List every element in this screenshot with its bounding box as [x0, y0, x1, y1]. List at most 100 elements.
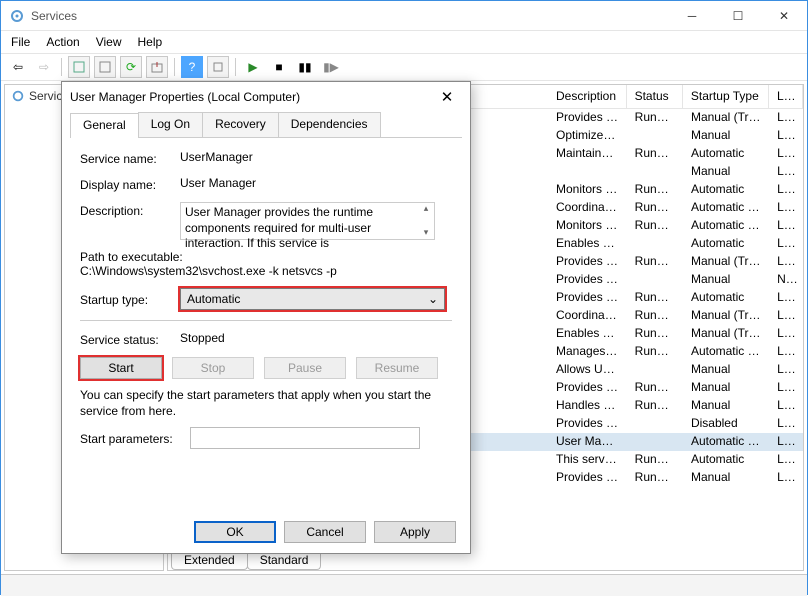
label-display-name: Display name: [80, 176, 180, 192]
cell-desc: Provides su... [548, 415, 627, 433]
cell-desc: Provides m... [548, 469, 627, 487]
forward-icon[interactable]: ⇨ [33, 56, 55, 78]
col-status[interactable]: Status [627, 85, 683, 108]
cell-desc: Monitors sy... [548, 181, 627, 199]
dialog-close-icon[interactable]: ✕ [432, 88, 462, 106]
help-icon[interactable]: ? [181, 56, 203, 78]
start-parameters-input[interactable] [190, 427, 420, 449]
cell-log: Loc [769, 253, 803, 271]
col-startup-type[interactable]: Startup Type [683, 85, 769, 108]
cell-status: Running [627, 325, 683, 343]
cell-status: Running [627, 253, 683, 271]
cell-status [627, 127, 683, 145]
cell-stype: Automatic [683, 145, 769, 163]
titlebar: Services ─ ☐ ✕ [1, 1, 807, 31]
services-icon [9, 8, 25, 24]
pause-button: Pause [264, 357, 346, 379]
cell-stype: Manual [683, 469, 769, 487]
cell-stype: Manual [683, 127, 769, 145]
cell-log: Loc [769, 343, 803, 361]
cell-desc: Allows UPn... [548, 361, 627, 379]
cell-status [627, 271, 683, 289]
cell-log: Loc [769, 145, 803, 163]
cell-desc: Enables a us... [548, 235, 627, 253]
cell-log: Loc [769, 361, 803, 379]
scroll-up-icon[interactable]: ▴ [418, 203, 434, 215]
cell-stype: Disabled [683, 415, 769, 433]
cell-stype: Manual (Trig... [683, 307, 769, 325]
toolbar-btn-1[interactable] [68, 56, 90, 78]
label-service-status: Service status: [80, 331, 180, 347]
tab-general[interactable]: General [70, 113, 139, 138]
back-icon[interactable]: ⇦ [7, 56, 29, 78]
cell-stype: Manual [683, 271, 769, 289]
cell-status: Running [627, 307, 683, 325]
export-icon[interactable] [146, 56, 168, 78]
menu-help[interactable]: Help [138, 35, 163, 49]
window-title: Services [31, 9, 669, 23]
cell-stype: Automatic [683, 451, 769, 469]
cell-desc: Enables Tou... [548, 325, 627, 343]
value-description: User Manager provides the runtime compon… [185, 205, 373, 250]
pause-icon[interactable]: ▮▮ [294, 56, 316, 78]
cell-stype: Manual (Trig... [683, 109, 769, 127]
minimize-button[interactable]: ─ [669, 1, 715, 30]
cell-log: Loc [769, 415, 803, 433]
dialog-title: User Manager Properties (Local Computer) [70, 90, 432, 104]
col-logon[interactable]: Log [769, 85, 803, 108]
tab-logon[interactable]: Log On [138, 112, 203, 137]
cell-stype: Automatic (D... [683, 343, 769, 361]
start-button[interactable]: Start [80, 357, 162, 379]
toolbar-btn-2[interactable] [94, 56, 116, 78]
start-params-note: You can specify the start parameters tha… [80, 387, 452, 419]
restart-icon[interactable]: ▮▶ [320, 56, 342, 78]
cell-log: Loc [769, 433, 803, 451]
menu-view[interactable]: View [96, 35, 122, 49]
cell-status [627, 235, 683, 253]
value-service-status: Stopped [180, 331, 452, 345]
menu-file[interactable]: File [11, 35, 30, 49]
value-display-name: User Manager [180, 176, 452, 190]
startup-type-select[interactable]: Automatic ⌄ [180, 288, 445, 310]
cell-stype: Automatic (T... [683, 433, 769, 451]
cell-log: Loc [769, 109, 803, 127]
cell-desc: Handles sto... [548, 397, 627, 415]
tab-recovery[interactable]: Recovery [202, 112, 279, 137]
startup-type-value: Automatic [187, 292, 240, 306]
refresh-icon[interactable]: ⟳ [120, 56, 142, 78]
maximize-button[interactable]: ☐ [715, 1, 761, 30]
cell-status [627, 433, 683, 451]
cell-stype: Automatic [683, 289, 769, 307]
cell-status: Running [627, 469, 683, 487]
tab-dependencies[interactable]: Dependencies [278, 112, 381, 137]
apply-button[interactable]: Apply [374, 521, 456, 543]
close-button[interactable]: ✕ [761, 1, 807, 30]
cell-log: Loc [769, 307, 803, 325]
cell-stype: Automatic [683, 235, 769, 253]
label-service-name: Service name: [80, 150, 180, 166]
cell-status: Running [627, 217, 683, 235]
cell-desc [548, 163, 627, 181]
cell-desc: Provides ap... [548, 379, 627, 397]
cell-desc: Coordinates... [548, 307, 627, 325]
cell-log: Loc [769, 379, 803, 397]
stop-icon[interactable]: ■ [268, 56, 290, 78]
toolbar-btn-3[interactable] [207, 56, 229, 78]
cell-desc: Provides su... [548, 253, 627, 271]
description-box[interactable]: User Manager provides the runtime compon… [180, 202, 435, 240]
cell-log: Loc [769, 163, 803, 181]
play-icon[interactable]: ▶ [242, 56, 264, 78]
cell-log: Loc [769, 397, 803, 415]
cell-log: Loc [769, 469, 803, 487]
cancel-button[interactable]: Cancel [284, 521, 366, 543]
resume-button: Resume [356, 357, 438, 379]
col-description[interactable]: Description [548, 85, 627, 108]
scroll-down-icon[interactable]: ▾ [418, 227, 434, 239]
chevron-down-icon: ⌄ [428, 292, 438, 306]
ok-button[interactable]: OK [194, 521, 276, 543]
cell-status: Running [627, 397, 683, 415]
menu-action[interactable]: Action [46, 35, 79, 49]
cell-desc: Provides en... [548, 109, 627, 127]
cell-status: Running [627, 199, 683, 217]
cell-stype: Automatic (T... [683, 199, 769, 217]
